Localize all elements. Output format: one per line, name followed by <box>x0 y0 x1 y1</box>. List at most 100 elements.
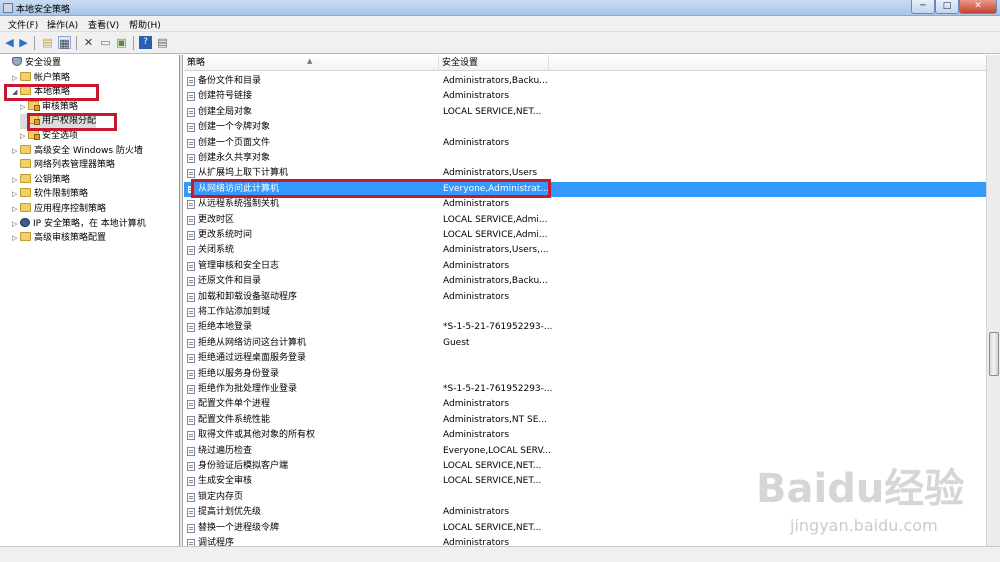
tree-item[interactable]: ▷ 帐户策略 <box>12 71 70 86</box>
table-row[interactable]: 备份文件和目录 Administrators,Backu... <box>184 74 986 89</box>
forward-icon[interactable]: ▶ <box>17 36 30 49</box>
security-setting: Everyone,LOCAL SERV... <box>443 445 552 456</box>
column-header-empty <box>549 55 986 71</box>
scrollbar-thumb[interactable] <box>989 332 999 376</box>
tree-item[interactable]: ▷ 软件限制策略 <box>12 187 88 202</box>
policy-icon <box>187 200 195 210</box>
minimize-button[interactable]: ─ <box>911 0 935 14</box>
tree-item[interactable]: ▷ 审核策略 <box>20 100 78 115</box>
table-row[interactable]: 拒绝作为批处理作业登录 *S-1-5-21-761952293-... <box>184 382 986 397</box>
close-button[interactable]: ✕ <box>959 0 997 14</box>
view-icon[interactable]: ▤ <box>156 36 169 49</box>
tree-item-label: 软件限制策略 <box>34 189 89 200</box>
policy-icon <box>187 231 195 240</box>
pane-splitter[interactable] <box>180 55 183 546</box>
policy-icon <box>187 77 195 86</box>
security-setting: Administrators <box>443 260 510 271</box>
expand-arrow-icon[interactable]: ◢ <box>12 85 20 100</box>
table-row[interactable]: 创建全局对象 LOCAL SERVICE,NET... <box>184 105 986 120</box>
table-row[interactable]: 拒绝本地登录 *S-1-5-21-761952293-... <box>184 320 986 335</box>
security-setting: Administrators <box>443 507 510 518</box>
expand-arrow-icon[interactable]: ▷ <box>12 217 20 232</box>
table-row[interactable]: 从远程系统强制关机 Administrators <box>184 197 986 212</box>
table-row[interactable]: 创建符号链接 Administrators <box>184 89 986 104</box>
shield-icon <box>12 57 22 66</box>
table-row[interactable]: 配置文件单个进程 Administrators <box>184 397 986 412</box>
policy-icon <box>187 431 195 441</box>
maximize-button[interactable]: □ <box>935 0 959 14</box>
tree-item-label: 本地策略 <box>34 87 71 98</box>
tree-item[interactable]: 用户权限分配 <box>20 114 97 130</box>
lock-folder-icon <box>28 130 40 140</box>
properties-icon[interactable]: ▭ <box>99 36 112 49</box>
table-row[interactable]: 将工作站添加到域 <box>184 305 986 320</box>
policy-name: 管理审核和安全日志 <box>198 260 280 271</box>
policy-name: 更改系统时间 <box>198 230 253 240</box>
expand-arrow-icon[interactable]: ▷ <box>12 187 20 202</box>
menu-help[interactable]: 帮助(H) <box>129 18 161 31</box>
security-setting: LOCAL SERVICE,NET... <box>443 476 542 487</box>
column-header-setting[interactable]: 安全设置 <box>439 55 549 71</box>
policy-icon <box>187 215 195 225</box>
tree-item[interactable]: ▷ IP 安全策略，在 本地计算机 <box>12 217 146 232</box>
security-setting: Everyone,Administrat... <box>443 183 549 194</box>
tree-item[interactable]: 网络列表管理器策略 <box>12 158 115 173</box>
menu-file[interactable]: 文件(F) <box>8 18 38 31</box>
security-setting: Administrators,Users <box>443 168 538 179</box>
menu-action[interactable]: 操作(A) <box>47 18 78 31</box>
table-row[interactable]: 关闭系统 Administrators,Users,... <box>184 243 986 258</box>
column-header-policy[interactable]: 策略 ▲ <box>184 55 439 71</box>
expand-arrow-icon[interactable]: ▷ <box>12 173 20 188</box>
expand-arrow-icon[interactable]: ▷ <box>12 71 20 86</box>
table-row[interactable]: 创建一个令牌对象 <box>184 120 986 135</box>
back-icon[interactable]: ◀ <box>3 36 16 49</box>
table-row[interactable]: 加载和卸载设备驱动程序 Administrators <box>184 290 986 305</box>
table-row[interactable]: 拒绝从网络访问这台计算机 Guest <box>184 336 986 351</box>
show-tree-icon[interactable]: ▦ <box>58 36 71 50</box>
expand-arrow-icon[interactable]: ▷ <box>20 129 28 144</box>
table-row[interactable]: 管理审核和安全日志 Administrators <box>184 259 986 274</box>
delete-icon[interactable]: ✕ <box>82 36 95 49</box>
policy-icon <box>187 400 195 410</box>
tree-item-label: 高级安全 Windows 防火墙 <box>34 145 143 156</box>
expand-arrow-icon[interactable]: ▷ <box>12 202 20 217</box>
tree-item-label: 安全选项 <box>42 131 79 141</box>
export-icon[interactable]: ▣ <box>115 36 128 49</box>
toolbar: ◀ ▶ ▤ ▦ ✕ ▭ ▣ ? ▤ <box>0 32 1000 54</box>
tree-item[interactable]: ▷ 高级安全 Windows 防火墙 <box>12 144 143 159</box>
help-icon[interactable]: ? <box>139 36 152 49</box>
expand-arrow-icon[interactable]: ▷ <box>20 100 28 115</box>
tree-item-label: 用户权限分配 <box>42 116 97 127</box>
table-row[interactable]: 从网络访问此计算机 Everyone,Administrat... <box>184 181 986 197</box>
table-row[interactable]: 创建永久共享对象 <box>184 151 986 166</box>
tree-item[interactable]: ▷ 公钥策略 <box>12 173 70 188</box>
menu-view[interactable]: 查看(V) <box>88 18 119 31</box>
policy-name: 配置文件系统性能 <box>198 414 271 425</box>
policy-name: 拒绝本地登录 <box>198 322 253 333</box>
expand-arrow-icon[interactable]: ▷ <box>12 231 20 246</box>
expand-arrow-icon[interactable]: ▷ <box>12 144 20 159</box>
table-row[interactable]: 取得文件或其他对象的所有权 Administrators <box>184 428 986 443</box>
policy-icon <box>187 246 195 256</box>
table-row[interactable]: 拒绝通过远程桌面服务登录 <box>184 351 986 366</box>
table-row[interactable]: 拒绝以服务身份登录 <box>184 367 986 382</box>
table-row[interactable]: 更改时区 LOCAL SERVICE,Admi... <box>184 213 986 228</box>
table-row[interactable]: 创建一个页面文件 Administrators <box>184 136 986 151</box>
table-row[interactable]: 调试程序 Administrators <box>184 536 986 546</box>
policy-name: 提高计划优先级 <box>198 507 262 518</box>
up-folder-icon[interactable]: ▤ <box>41 36 54 49</box>
policy-icon <box>187 323 195 333</box>
tree-item[interactable]: ◢ 本地策略 <box>12 85 70 100</box>
table-row[interactable]: 更改系统时间 LOCAL SERVICE,Admi... <box>184 228 986 243</box>
policy-icon <box>187 477 195 487</box>
tree-item[interactable]: ▷ 高级审核策略配置 <box>12 231 106 246</box>
tree-item[interactable]: ▷ 应用程序控制策略 <box>12 202 106 217</box>
table-row[interactable]: 从扩展坞上取下计算机 Administrators,Users <box>184 166 986 181</box>
tree-item-label: 网络列表管理器策略 <box>34 160 116 171</box>
tree-item[interactable]: 安全设置 <box>4 56 61 71</box>
table-row[interactable]: 还原文件和目录 Administrators,Backu... <box>184 274 986 289</box>
policy-name: 关闭系统 <box>198 245 235 256</box>
tree-item[interactable]: ▷ 安全选项 <box>20 129 78 144</box>
tree-pane: 安全设置 ▷ 帐户策略 ◢ 本地策略 ▷ 审核策略 用户权限分配 ▷ 安全选项 ▷ 高级安全 Wind… <box>0 55 180 546</box>
table-row[interactable]: 配置文件系统性能 Administrators,NT SE... <box>184 413 986 428</box>
